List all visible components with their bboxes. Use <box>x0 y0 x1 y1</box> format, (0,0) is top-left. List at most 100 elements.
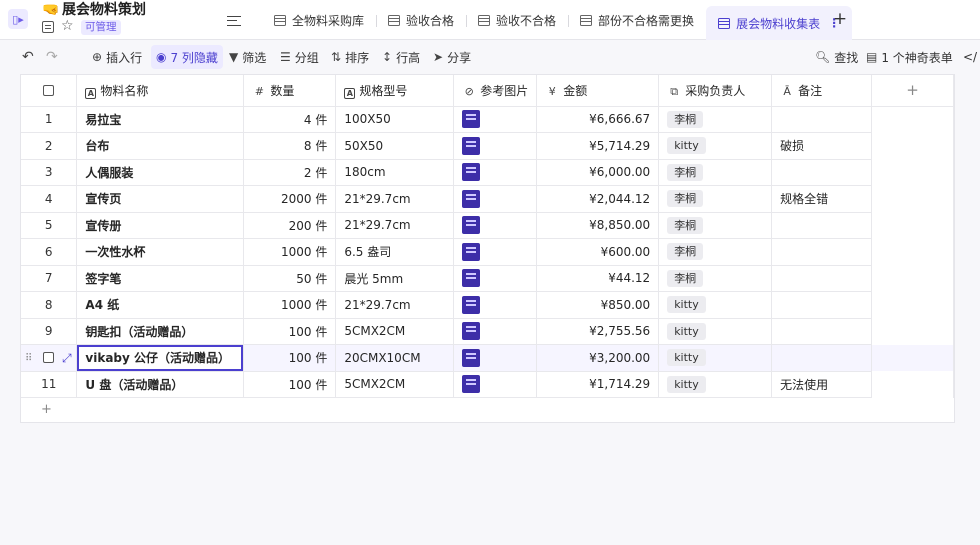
cell-note[interactable] <box>771 212 873 239</box>
cell-qty[interactable]: 4 件 <box>243 106 337 133</box>
cell-qty[interactable]: 8 件 <box>243 132 337 160</box>
cell-image[interactable] <box>453 291 538 319</box>
row-height-button[interactable]: ↕ 行高 <box>382 41 420 73</box>
cell-amount[interactable]: ¥3,200.00 <box>536 344 660 372</box>
cell-name[interactable]: 签字笔 <box>76 265 245 292</box>
add-column-button[interactable]: + <box>871 75 954 107</box>
page-title[interactable]: 展会物料策划 <box>62 1 146 19</box>
cell-name[interactable]: 钥匙扣（活动赠品） <box>76 318 245 345</box>
cell-qty[interactable]: 2000 件 <box>243 185 337 213</box>
table-row[interactable]: 1 易拉宝 4 件 100X50 ¥6,666.67 李桐 <box>21 106 954 133</box>
cell-name[interactable]: 宣传册 <box>76 212 245 239</box>
cell-owner[interactable]: kitty <box>658 132 773 160</box>
cell-spec[interactable]: 100X50 <box>335 106 455 133</box>
image-thumbnail[interactable] <box>462 110 481 129</box>
cell-spec[interactable]: 21*29.7cm <box>335 291 455 319</box>
select-all-header[interactable] <box>21 75 78 107</box>
cell-image[interactable] <box>453 106 538 133</box>
image-thumbnail[interactable] <box>462 295 481 314</box>
cell-amount[interactable]: ¥6,666.67 <box>536 106 660 133</box>
cell-qty[interactable]: 50 件 <box>243 265 337 292</box>
tab-accepted[interactable]: 验收合格 <box>376 0 466 40</box>
cell-spec[interactable]: 5CMX2CM <box>335 371 455 398</box>
share-button[interactable]: ➤ 分享 <box>433 41 471 73</box>
cell-image[interactable] <box>453 318 538 345</box>
filter-button[interactable]: ▼ 筛选 <box>229 41 266 73</box>
cell-qty[interactable]: 1000 件 <box>243 291 337 319</box>
drag-handle-icon[interactable]: ⠿ <box>25 353 32 364</box>
insert-row-button[interactable]: ⊕ 插入行 <box>92 41 142 73</box>
cell-image[interactable] <box>453 159 538 186</box>
cell-spec[interactable]: 6.5 盎司 <box>335 238 455 266</box>
cell-spec[interactable]: 21*29.7cm <box>335 185 455 213</box>
cell-name[interactable]: 台布 <box>76 132 245 160</box>
row-checkbox[interactable] <box>43 352 54 363</box>
cell-amount[interactable]: ¥600.00 <box>536 238 660 266</box>
cell-note[interactable] <box>771 238 873 266</box>
cell-note[interactable] <box>771 159 873 186</box>
cell-qty[interactable]: 2 件 <box>243 159 337 186</box>
cell-owner[interactable]: kitty <box>658 371 773 398</box>
cell-name[interactable]: A4 纸 <box>76 291 245 319</box>
cell-amount[interactable]: ¥1,714.29 <box>536 371 660 398</box>
cell-amount[interactable]: ¥5,714.29 <box>536 132 660 160</box>
column-header-note[interactable]: Ā 备注 <box>771 75 873 107</box>
cell-qty[interactable]: 1000 件 <box>243 238 337 266</box>
cell-image[interactable] <box>453 238 538 266</box>
cell-owner[interactable]: 李桐 <box>658 185 773 213</box>
select-all-checkbox[interactable] <box>43 85 55 97</box>
cell-name[interactable]: 易拉宝 <box>76 106 245 133</box>
cell-note[interactable] <box>771 265 873 292</box>
cell-owner[interactable]: kitty <box>658 318 773 345</box>
description-icon[interactable] <box>42 21 54 33</box>
add-view-button[interactable]: + <box>832 11 848 28</box>
table-row[interactable]: 8 A4 纸 1000 件 21*29.7cm ¥850.00 kitty <box>21 291 954 319</box>
cell-name[interactable]: 人偶服装 <box>76 159 245 186</box>
add-row-button[interactable]: + <box>41 402 52 417</box>
cell-qty[interactable]: 100 件 <box>243 344 337 372</box>
column-header-amount[interactable]: ¥ 金额 <box>536 75 660 107</box>
find-button[interactable]: 🔍︎ 查找 <box>815 41 858 73</box>
cell-owner[interactable]: 李桐 <box>658 212 773 239</box>
image-thumbnail[interactable] <box>462 322 481 341</box>
tab-partial-replace[interactable]: 部份不合格需更换 <box>568 0 706 40</box>
cell-spec[interactable]: 晨光 5mm <box>335 265 455 292</box>
table-row[interactable]: 6 一次性水杯 1000 件 6.5 盎司 ¥600.00 李桐 <box>21 238 954 266</box>
column-header-image[interactable]: ⊘ 参考图片 <box>453 75 538 107</box>
cell-owner[interactable]: 李桐 <box>658 159 773 186</box>
cell-qty[interactable]: 200 件 <box>243 212 337 239</box>
cell-owner[interactable]: 李桐 <box>658 106 773 133</box>
cell-image[interactable] <box>453 371 538 398</box>
column-header-qty[interactable]: # 数量 <box>243 75 337 107</box>
undo-icon[interactable]: ↶ <box>22 50 34 64</box>
tab-rejected[interactable]: 验收不合格 <box>466 0 568 40</box>
cell-name[interactable]: 宣传页 <box>76 185 245 213</box>
table-row[interactable]: 5 宣传册 200 件 21*29.7cm ¥8,850.00 李桐 <box>21 212 954 239</box>
tab-all-materials[interactable]: 全物料采购库 <box>262 0 376 40</box>
cell-image[interactable] <box>453 344 538 372</box>
api-button[interactable]: </ <box>963 41 977 73</box>
permission-badge[interactable]: 可管理 <box>81 20 121 35</box>
cell-image[interactable] <box>453 185 538 213</box>
column-header-spec[interactable]: A 规格型号 <box>335 75 455 107</box>
cell-spec[interactable]: 21*29.7cm <box>335 212 455 239</box>
cell-owner[interactable]: 李桐 <box>658 238 773 266</box>
sort-button[interactable]: ⇅ 排序 <box>331 41 369 73</box>
cell-note[interactable]: 破损 <box>771 132 873 160</box>
cell-owner[interactable]: kitty <box>658 291 773 319</box>
cell-spec[interactable]: 50X50 <box>335 132 455 160</box>
cell-amount[interactable]: ¥850.00 <box>536 291 660 319</box>
image-thumbnail[interactable] <box>462 375 481 394</box>
image-thumbnail[interactable] <box>462 216 481 235</box>
column-header-name[interactable]: A物料名称 ⋮ <box>76 75 245 107</box>
image-thumbnail[interactable] <box>462 136 481 155</box>
table-row-hovered[interactable]: vikaby 公仔（活动赠品） 100 件 20CMX10CM ¥3,200.0… <box>21 344 954 372</box>
table-row[interactable]: 4 宣传页 2000 件 21*29.7cm ¥2,044.12 李桐 规格全错 <box>21 185 954 213</box>
cell-amount[interactable]: ¥2,755.56 <box>536 318 660 345</box>
cell-name-selected[interactable]: vikaby 公仔（活动赠品） <box>76 344 245 372</box>
cell-amount[interactable]: ¥44.12 <box>536 265 660 292</box>
cell-image[interactable] <box>453 265 538 292</box>
view-list-menu-icon[interactable] <box>227 16 241 26</box>
cell-qty[interactable]: 100 件 <box>243 318 337 345</box>
cell-image[interactable] <box>453 212 538 239</box>
